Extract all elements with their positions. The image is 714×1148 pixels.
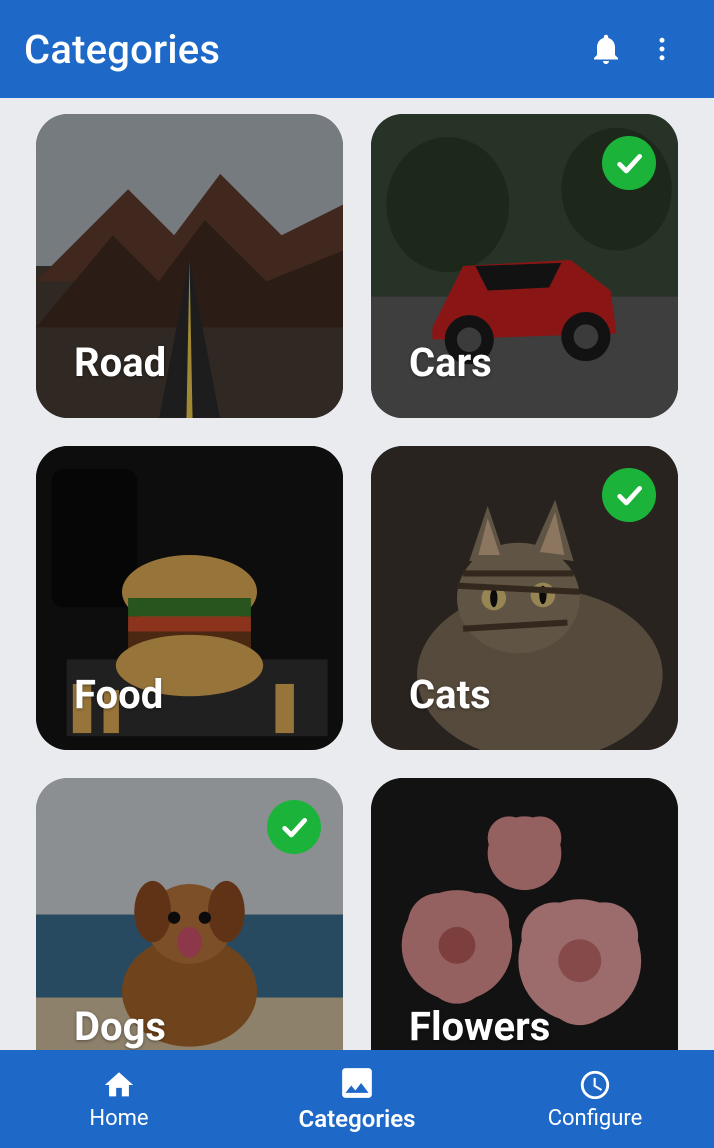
bell-icon (588, 31, 624, 67)
home-icon (102, 1068, 136, 1102)
category-card-food[interactable]: Food (36, 446, 343, 750)
category-grid: Road Cars (0, 98, 714, 1098)
nav-home[interactable]: Home (0, 1050, 238, 1148)
page-title: Categories (24, 26, 578, 73)
nav-categories[interactable]: Categories (238, 1050, 476, 1148)
nav-label: Categories (299, 1105, 416, 1133)
clock-icon (578, 1068, 612, 1102)
category-card-cats[interactable]: Cats (371, 446, 678, 750)
app-bar: Categories (0, 0, 714, 98)
card-label: Flowers (409, 1003, 550, 1050)
check-icon (613, 479, 645, 511)
more-menu-button[interactable] (634, 21, 690, 77)
card-label: Food (74, 671, 163, 718)
card-label: Cats (409, 671, 491, 718)
category-card-cars[interactable]: Cars (371, 114, 678, 418)
notifications-button[interactable] (578, 21, 634, 77)
nav-label: Configure (548, 1106, 643, 1131)
card-label: Dogs (74, 1003, 166, 1050)
check-icon (278, 811, 310, 843)
selected-badge (602, 136, 656, 190)
selected-badge (267, 800, 321, 854)
image-icon (337, 1063, 377, 1103)
check-icon (613, 147, 645, 179)
more-vert-icon (647, 34, 677, 64)
card-label: Road (74, 339, 166, 386)
category-card-road[interactable]: Road (36, 114, 343, 418)
nav-configure[interactable]: Configure (476, 1050, 714, 1148)
selected-badge (602, 468, 656, 522)
bottom-navigation: Home Categories Configure (0, 1050, 714, 1148)
nav-label: Home (89, 1106, 148, 1131)
category-card-dogs[interactable]: Dogs (36, 778, 343, 1082)
category-card-flowers[interactable]: Flowers (371, 778, 678, 1082)
card-label: Cars (409, 339, 492, 386)
